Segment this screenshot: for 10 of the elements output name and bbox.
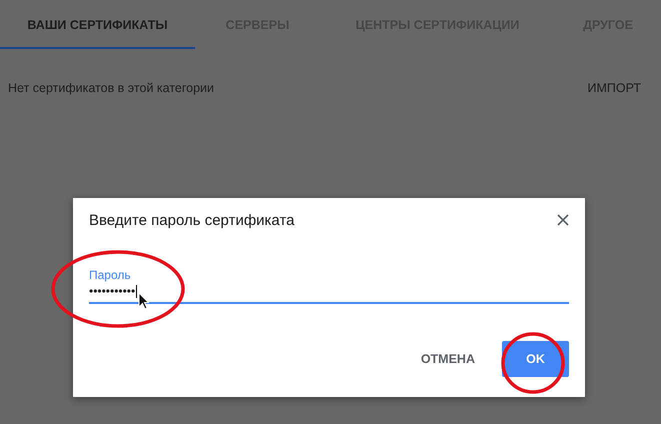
dialog-title: Введите пароль сертификата bbox=[89, 212, 294, 228]
tab[interactable]: ВАШИ СЕРТИФИКАТЫ bbox=[0, 0, 195, 49]
mouse-pointer-icon bbox=[138, 292, 149, 310]
cancel-button[interactable]: ОТМЕНА bbox=[420, 352, 475, 366]
annotation-circle bbox=[501, 332, 565, 394]
import-button[interactable]: ИМПОРТ bbox=[587, 81, 641, 95]
close-icon[interactable] bbox=[557, 214, 569, 226]
empty-message: Нет сертификатов в этой категории bbox=[8, 81, 214, 95]
field-label: Пароль bbox=[89, 268, 132, 282]
password-field[interactable]: Пароль ••••••••••• bbox=[89, 268, 569, 304]
